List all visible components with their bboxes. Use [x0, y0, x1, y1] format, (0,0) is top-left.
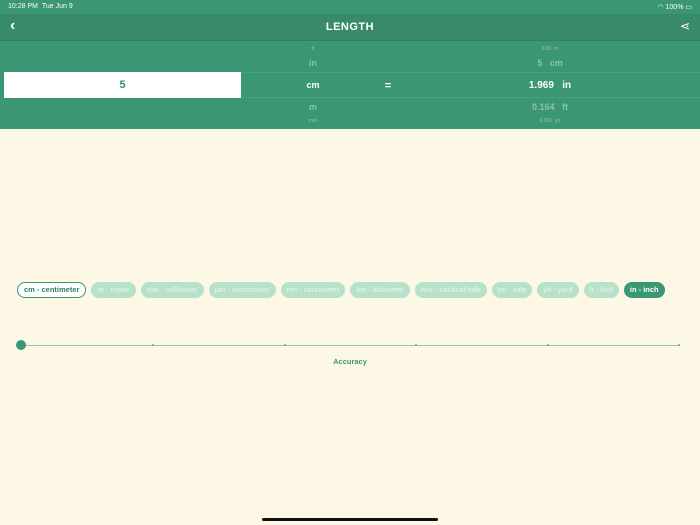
result-value: 0.164 [531, 102, 555, 112]
accuracy-slider-handle[interactable] [16, 340, 26, 350]
unit-option[interactable]: mm [290, 118, 336, 124]
result-row: 0.055 yd [520, 118, 580, 124]
unit-option-selected[interactable]: cm [290, 80, 336, 90]
slider-tick [284, 344, 286, 346]
wifi-icon: ◠ [657, 4, 664, 11]
chip-micrometer[interactable]: µm - micrometer [208, 282, 276, 298]
status-bar: 10:28 PM Tue Jun 9 ◠ 100% ▭ [8, 3, 692, 11]
result-unit: cm [549, 58, 563, 68]
result-value: 0.055 [539, 118, 552, 124]
result-unit: ft [562, 102, 569, 112]
slider-tick [547, 344, 549, 346]
result-value: 0.05 [541, 46, 552, 52]
chip-centimeter[interactable]: cm - centimeter [17, 282, 87, 298]
result-value: 5 [537, 58, 543, 68]
result-row-selected: 1.969 in [515, 80, 585, 91]
result-unit: yd [554, 118, 561, 124]
nav-bar: ‹ LENGTH ⋖ [0, 14, 700, 41]
result-unit: m [554, 46, 559, 52]
chip-millimeter[interactable]: mm - millimeter [140, 282, 204, 298]
slider-tick [152, 344, 154, 346]
page-title: LENGTH [325, 21, 375, 33]
chip-yard[interactable]: yd - yard [537, 282, 579, 298]
battery-percent: 100% [665, 4, 684, 11]
battery-icon: ▭ [685, 4, 692, 11]
accuracy-slider-track[interactable] [20, 345, 680, 346]
unit-option[interactable]: m [290, 102, 336, 112]
result-row: 0.164 ft [520, 102, 580, 112]
chip-meter[interactable]: m - meter [91, 282, 136, 298]
unit-chip-list: cm - centimeter m - meter mm - millimete… [17, 282, 665, 298]
share-icon[interactable]: ⋖ [680, 19, 690, 33]
result-row: 0.05 m [520, 46, 580, 52]
converter-header: 10:28 PM Tue Jun 9 ◠ 100% ▭ ‹ LENGTH ⋖ f… [0, 0, 700, 129]
home-indicator [262, 518, 438, 521]
equals-sign: = [384, 80, 392, 92]
chip-inch[interactable]: in - inch [623, 282, 665, 298]
unit-option[interactable]: ft [290, 46, 336, 52]
chip-kilometer[interactable]: km - kilometer [350, 282, 410, 298]
result-value: 1.969 [528, 80, 554, 91]
chip-mile[interactable]: mi - mile [492, 282, 533, 298]
chip-nanometer[interactable]: nm - nanometer [280, 282, 346, 298]
value-input[interactable]: 5 [4, 72, 241, 98]
slider-tick [415, 344, 417, 346]
unit-option[interactable]: in [290, 58, 336, 68]
chip-nautical-mile[interactable]: nmi - nautical mile [414, 282, 488, 298]
accuracy-label: Accuracy [333, 357, 367, 366]
result-row: 5 cm [520, 58, 580, 68]
result-unit: in [562, 80, 572, 91]
chip-foot[interactable]: ft - foot [583, 282, 619, 298]
status-time: 10:28 PM [8, 3, 38, 10]
slider-tick [678, 344, 680, 346]
status-date: Tue Jun 9 [41, 3, 73, 10]
